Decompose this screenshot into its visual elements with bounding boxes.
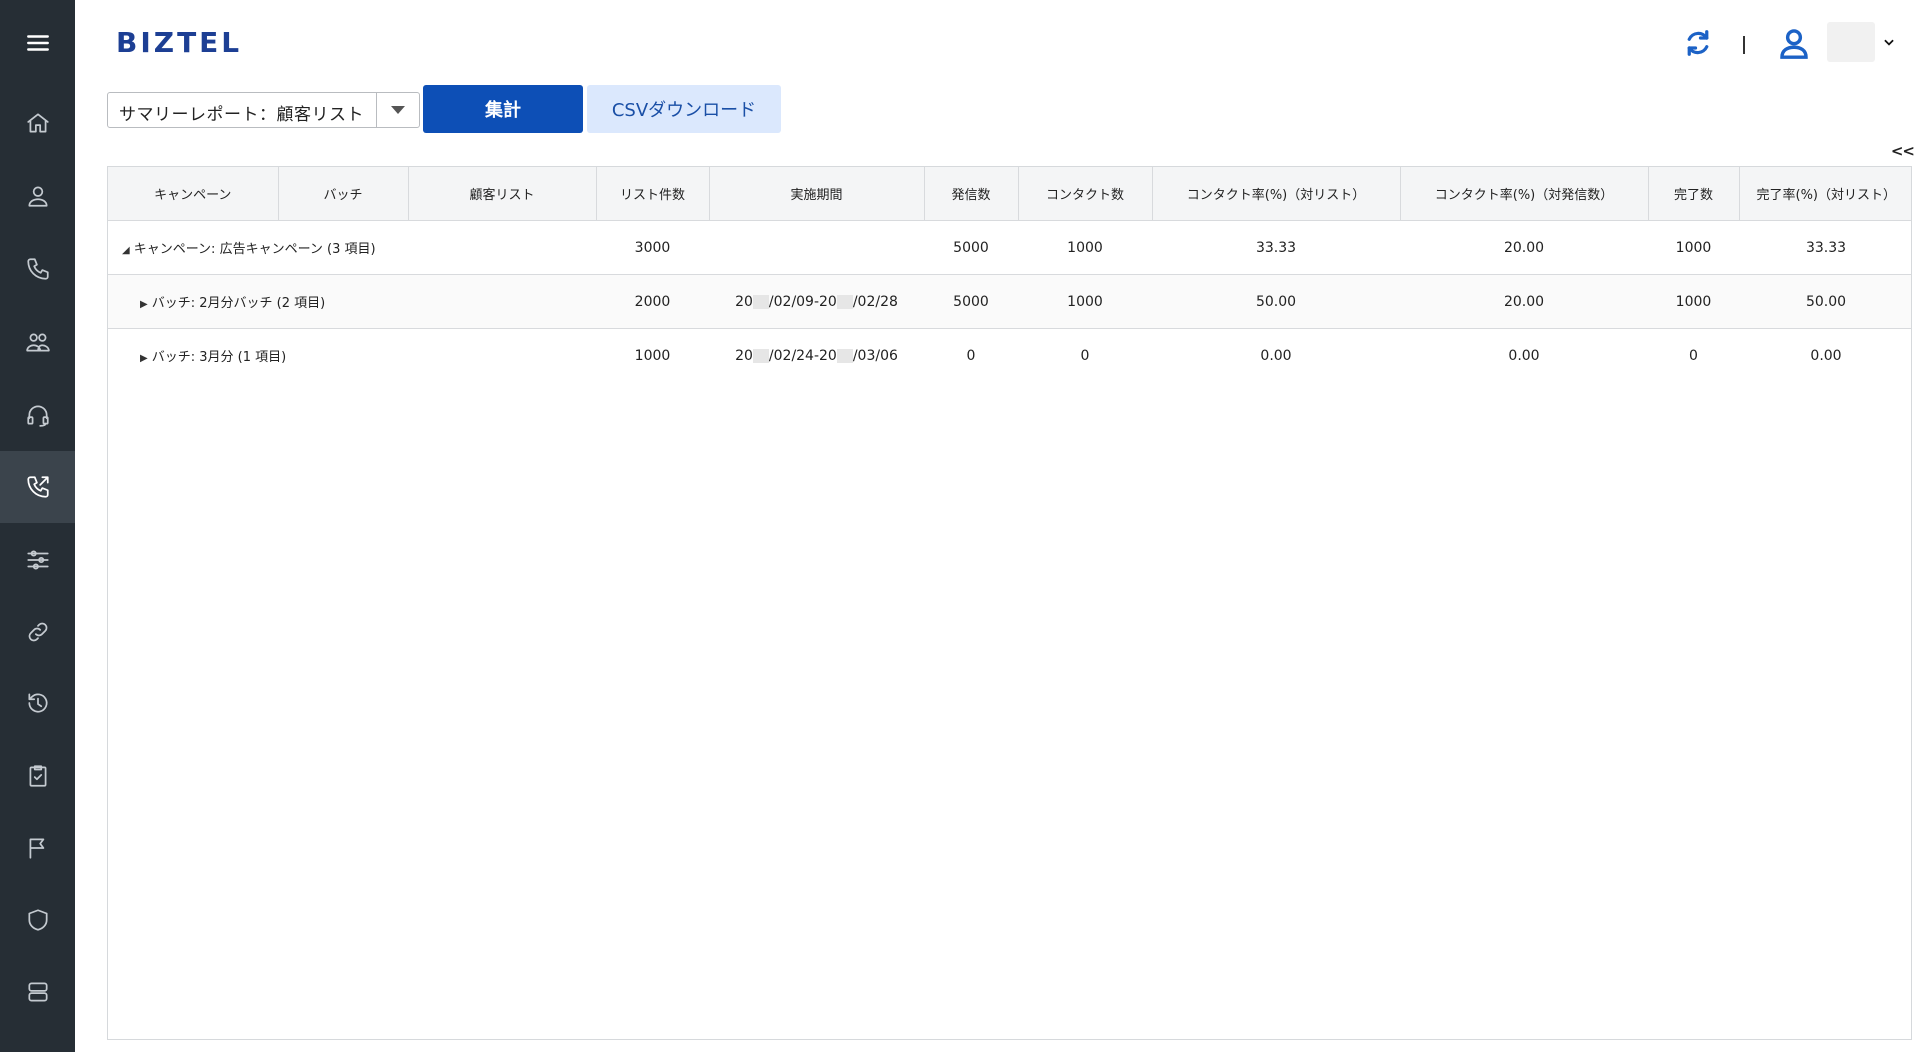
column-header-calls[interactable]: 発信数 <box>924 167 1019 221</box>
shield-icon <box>27 909 48 931</box>
column-header-period[interactable]: 実施期間 <box>709 167 925 221</box>
table-header-row: キャンペーン バッチ 顧客リスト リスト件数 実施期間 発信数 コンタクト数 コ… <box>108 167 1911 221</box>
sidebar-item-settings[interactable] <box>0 524 75 596</box>
group-label: キャンペーン: 広告キャンペーン (3 項目) <box>133 242 376 257</box>
sidebar-item-user[interactable] <box>0 160 75 232</box>
headset-icon <box>26 405 49 427</box>
account-button[interactable] <box>1777 26 1813 62</box>
history-icon <box>27 693 47 713</box>
column-header-contact-rate-list[interactable]: コンタクト率(%)（対リスト） <box>1152 167 1401 221</box>
sidebar-item-server[interactable] <box>0 956 75 1028</box>
sidebar-item-link[interactable] <box>0 596 75 668</box>
sliders-icon <box>26 550 49 570</box>
sidebar <box>0 0 75 1052</box>
group-cell[interactable]: ◢ キャンペーン: 広告キャンペーン (3 項目) <box>108 220 596 275</box>
column-header-contacts[interactable]: コンタクト数 <box>1018 167 1153 221</box>
column-header-contact-rate-calls[interactable]: コンタクト率(%)（対発信数） <box>1400 167 1649 221</box>
cell-period: 20/02/09-20/02/28 <box>709 274 924 329</box>
cell-completed: 0 <box>1648 328 1739 382</box>
refresh-button[interactable] <box>1683 28 1715 60</box>
menu-button[interactable] <box>0 7 75 79</box>
sidebar-item-history[interactable] <box>0 667 75 739</box>
cell-list-count: 3000 <box>596 220 709 275</box>
report-type-value: サマリーレポート：顧客リスト <box>119 105 364 125</box>
sidebar-item-security[interactable] <box>0 884 75 956</box>
column-header-list-count[interactable]: リスト件数 <box>596 167 710 221</box>
cell-completion-rate: 0.00 <box>1739 328 1911 382</box>
collapse-panel-button[interactable]: << <box>1891 142 1915 160</box>
sidebar-item-flag[interactable] <box>0 812 75 884</box>
cell-completed: 1000 <box>1648 220 1739 275</box>
column-header-completed[interactable]: 完了数 <box>1648 167 1740 221</box>
outbound-call-icon <box>26 476 49 498</box>
column-header-completion-rate[interactable]: 完了率(%)（対リスト） <box>1739 167 1911 221</box>
csv-download-button[interactable]: CSVダウンロード <box>587 85 781 133</box>
cell-contacts: 1000 <box>1018 220 1152 275</box>
column-header-customer-list[interactable]: 顧客リスト <box>408 167 597 221</box>
refresh-icon <box>1687 30 1709 56</box>
report-type-select[interactable]: サマリーレポート：顧客リスト <box>107 92 420 128</box>
summary-table: キャンペーン バッチ 顧客リスト リスト件数 実施期間 発信数 コンタクト数 コ… <box>108 167 1911 382</box>
biztel-logo: BIZTEL <box>116 26 243 59</box>
cell-contacts: 0 <box>1018 328 1152 382</box>
header-actions <box>1660 22 1920 66</box>
group-cell[interactable]: ▶ バッチ: 2月分バッチ (2 項目) <box>108 274 596 329</box>
cell-contact-rate-calls: 20.00 <box>1400 220 1648 275</box>
checklist-icon <box>29 765 46 787</box>
column-header-campaign[interactable]: キャンペーン <box>108 167 279 221</box>
summary-report-grid: キャンペーン バッチ 顧客リスト リスト件数 実施期間 発信数 コンタクト数 コ… <box>107 166 1912 1040</box>
home-icon <box>26 113 49 133</box>
server-icon <box>27 982 48 1002</box>
caret-down-icon <box>391 106 405 114</box>
group-label: バッチ: 3月分 (1 項目) <box>151 350 287 365</box>
sidebar-item-tasks[interactable] <box>0 740 75 812</box>
table-row-batch[interactable]: ▶ バッチ: 2月分バッチ (2 項目) 2000 20/02/09-20/02/… <box>108 274 1911 329</box>
group-cell[interactable]: ▶ バッチ: 3月分 (1 項目) <box>108 328 596 382</box>
phone-icon <box>26 258 49 280</box>
chevron-down-icon <box>1884 39 1894 46</box>
sidebar-item-headset[interactable] <box>0 379 75 451</box>
sidebar-item-home[interactable] <box>0 87 75 159</box>
cell-calls: 5000 <box>924 274 1018 329</box>
menu-icon <box>26 35 49 51</box>
cell-contact-rate-list: 0.00 <box>1152 328 1400 382</box>
report-type-dropdown-button[interactable] <box>376 93 419 127</box>
sidebar-item-outbound[interactable] <box>0 451 75 523</box>
cell-completed: 1000 <box>1648 274 1739 329</box>
cell-contacts: 1000 <box>1018 274 1152 329</box>
cell-contact-rate-list: 33.33 <box>1152 220 1400 275</box>
header-divider <box>1743 36 1745 54</box>
user-icon <box>27 186 48 207</box>
expand-triangle-icon[interactable]: ▶ <box>140 353 148 364</box>
users-icon <box>25 333 50 352</box>
user-name-masked <box>1827 22 1875 62</box>
cell-completion-rate: 50.00 <box>1739 274 1911 329</box>
flag-icon <box>29 838 44 859</box>
cell-list-count: 1000 <box>596 328 709 382</box>
cell-calls: 5000 <box>924 220 1018 275</box>
cell-list-count: 2000 <box>596 274 709 329</box>
sidebar-item-phone[interactable] <box>0 233 75 305</box>
collapse-triangle-icon[interactable]: ◢ <box>122 245 130 256</box>
group-label: バッチ: 2月分バッチ (2 項目) <box>151 296 326 311</box>
table-row-batch[interactable]: ▶ バッチ: 3月分 (1 項目) 1000 20/02/24-20/03/06 … <box>108 328 1911 382</box>
sidebar-item-users[interactable] <box>0 306 75 378</box>
cell-period <box>709 220 924 275</box>
cell-completion-rate: 33.33 <box>1739 220 1911 275</box>
cell-contact-rate-calls: 20.00 <box>1400 274 1648 329</box>
aggregate-button[interactable]: 集計 <box>423 85 583 133</box>
account-icon <box>1780 29 1808 59</box>
account-menu-toggle[interactable] <box>1882 34 1898 50</box>
cell-calls: 0 <box>924 328 1018 382</box>
expand-triangle-icon[interactable]: ▶ <box>140 299 148 310</box>
column-header-batch[interactable]: バッチ <box>278 167 409 221</box>
cell-contact-rate-list: 50.00 <box>1152 274 1400 329</box>
cell-contact-rate-calls: 0.00 <box>1400 328 1648 382</box>
link-icon <box>28 622 47 642</box>
table-row-campaign[interactable]: ◢ キャンペーン: 広告キャンペーン (3 項目) 3000 5000 1000 … <box>108 220 1911 275</box>
cell-period: 20/02/24-20/03/06 <box>709 328 924 382</box>
